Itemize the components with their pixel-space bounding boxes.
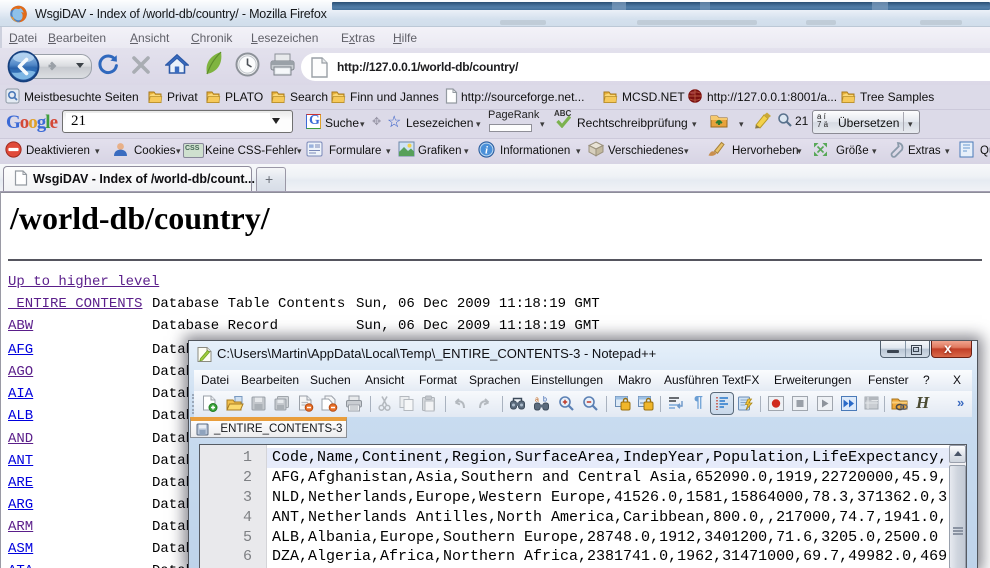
- svg-text:a: a: [535, 397, 539, 404]
- svg-text:b: b: [543, 397, 547, 404]
